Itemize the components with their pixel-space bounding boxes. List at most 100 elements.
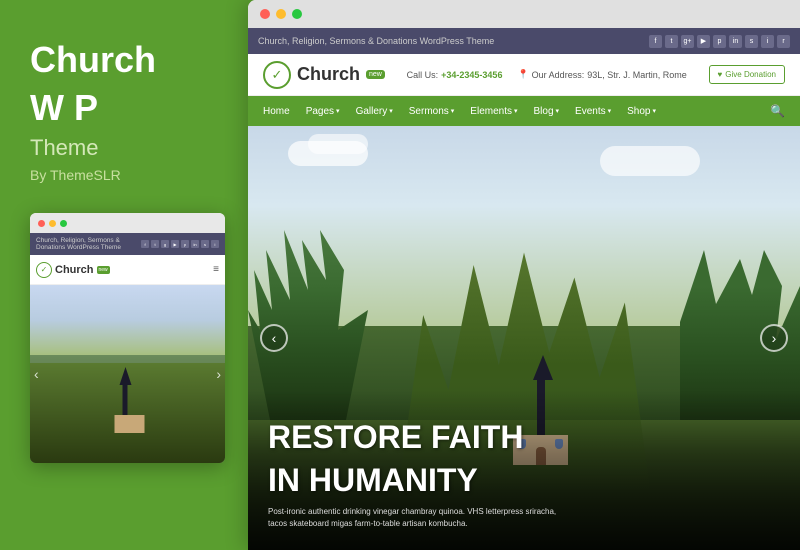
mini-topbar: Church, Religion, Sermons & Donations Wo…: [30, 233, 225, 255]
mini-logo-area: ✓ Church new: [36, 262, 110, 278]
main-nav: Home Pages ▾ Gallery ▾ Sermons ▾ Element…: [248, 96, 800, 126]
address-label: Our Address:: [532, 70, 585, 80]
mini-logo-badge: new: [97, 266, 110, 274]
site-header: ✓ Church new Call Us: +34-2345-3456 📍 Ou…: [248, 54, 800, 96]
logo-icon: ✓: [263, 61, 291, 89]
cloud-3: [600, 146, 700, 176]
browser-titlebar: [248, 0, 800, 28]
mini-social-sk: s: [201, 240, 209, 248]
nav-pages-label: Pages: [306, 106, 334, 117]
nav-events-arrow: ▾: [608, 107, 612, 115]
mini-steeple-top: [119, 367, 131, 385]
steeple-point: [533, 355, 553, 380]
hero-sub-text: Post-ironic authentic drinking vinegar c…: [268, 506, 568, 530]
next-arrow-icon: ›: [772, 330, 777, 346]
mini-social-fb: f: [141, 240, 149, 248]
nav-sermons-arrow: ▾: [451, 107, 455, 115]
social-pin[interactable]: p: [713, 35, 726, 48]
topbar-social-icons: f t g+ ▶ p in s i r: [649, 35, 790, 48]
logo-area: ✓ Church new: [263, 61, 385, 89]
mini-dot-yellow: [49, 220, 56, 227]
nav-blog[interactable]: Blog ▾: [534, 106, 560, 117]
social-gp[interactable]: g+: [681, 35, 694, 48]
logo-text: Church: [297, 64, 360, 85]
browser-topbar: Church, Religion, Sermons & Donations Wo…: [248, 28, 800, 54]
hero-text-overlay: RESTORE FAITH IN HUMANITY Post-ironic au…: [248, 390, 800, 550]
nav-home[interactable]: Home: [263, 106, 290, 117]
nav-sermons-label: Sermons: [409, 106, 449, 117]
mini-logo-icon: ✓: [36, 262, 52, 278]
donate-button[interactable]: ♥ Give Donation: [709, 65, 785, 84]
mini-social-in: in: [191, 240, 199, 248]
mini-social-yt: ▶: [171, 240, 179, 248]
slider-next-button[interactable]: ›: [760, 324, 788, 352]
header-address: 📍 Our Address: 93L, Str. J. Martin, Rome: [517, 69, 686, 80]
mini-browser-mockup: Church, Religion, Sermons & Donations Wo…: [30, 213, 225, 463]
mini-hero: ‹ ›: [30, 285, 225, 463]
donate-label: Give Donation: [725, 70, 776, 79]
theme-by: By ThemeSLR: [30, 167, 218, 183]
nav-blog-arrow: ▾: [556, 107, 560, 115]
mini-social-gp: g: [161, 240, 169, 248]
nav-search-icon[interactable]: 🔍: [770, 104, 785, 118]
social-tw[interactable]: t: [665, 35, 678, 48]
social-in[interactable]: in: [729, 35, 742, 48]
header-phone: Call Us: +34-2345-3456: [407, 70, 503, 80]
mini-steeple-body: [122, 385, 127, 415]
nav-events[interactable]: Events ▾: [575, 106, 611, 117]
mini-next-arrow: ›: [216, 366, 221, 382]
mini-header: ✓ Church new ≡: [30, 255, 225, 285]
phone-label: Call Us:: [407, 70, 439, 80]
social-rss[interactable]: r: [777, 35, 790, 48]
nav-gallery[interactable]: Gallery ▾: [356, 106, 393, 117]
mini-logo-text: Church: [55, 264, 94, 276]
left-panel: Church W P Theme By ThemeSLR Church, Rel…: [0, 0, 248, 550]
header-contact: Call Us: +34-2345-3456 📍 Our Address: 93…: [407, 69, 687, 80]
topbar-text: Church, Religion, Sermons & Donations Wo…: [258, 36, 494, 46]
nav-gallery-arrow: ▾: [389, 107, 393, 115]
mini-dot-red: [38, 220, 45, 227]
social-sk[interactable]: s: [745, 35, 758, 48]
main-browser-mockup: Church, Religion, Sermons & Donations Wo…: [248, 0, 800, 550]
social-ig[interactable]: i: [761, 35, 774, 48]
address-text: 93L, Str. J. Martin, Rome: [587, 70, 687, 80]
cloud-2: [308, 134, 368, 154]
heart-icon: ♥: [718, 70, 723, 79]
nav-shop[interactable]: Shop ▾: [627, 106, 656, 117]
nav-shop-label: Shop: [627, 106, 650, 117]
hero-main-text-line2: IN HUMANITY: [268, 463, 780, 498]
nav-items: Home Pages ▾ Gallery ▾ Sermons ▾ Element…: [263, 106, 656, 117]
nav-gallery-label: Gallery: [356, 106, 388, 117]
theme-subtitle: Theme: [30, 135, 218, 161]
prev-arrow-icon: ‹: [272, 330, 277, 346]
nav-elements[interactable]: Elements ▾: [470, 106, 517, 117]
phone-number: +34-2345-3456: [441, 70, 502, 80]
mini-sky: [30, 285, 225, 355]
location-icon: 📍: [517, 69, 528, 80]
logo-badge: new: [366, 70, 385, 79]
slider-prev-button[interactable]: ‹: [260, 324, 288, 352]
dot-yellow: [276, 9, 286, 19]
mini-social-pin: p: [181, 240, 189, 248]
mini-church: [111, 367, 144, 433]
mini-titlebar: [30, 213, 225, 233]
nav-elements-arrow: ▾: [514, 107, 518, 115]
mini-social-ig: i: [211, 240, 219, 248]
dot-red: [260, 9, 270, 19]
theme-title: Church W P: [30, 40, 218, 135]
hero-section: RESTORE FAITH IN HUMANITY Post-ironic au…: [248, 126, 800, 550]
mini-social-icons: f t g ▶ p in s i: [141, 240, 219, 248]
nav-sermons[interactable]: Sermons ▾: [409, 106, 455, 117]
social-fb[interactable]: f: [649, 35, 662, 48]
nav-pages[interactable]: Pages ▾: [306, 106, 340, 117]
mini-topbar-text: Church, Religion, Sermons & Donations Wo…: [36, 237, 141, 251]
mini-prev-arrow: ‹: [34, 366, 39, 382]
social-yt[interactable]: ▶: [697, 35, 710, 48]
nav-pages-arrow: ▾: [336, 107, 340, 115]
hero-main-text-line1: RESTORE FAITH: [268, 420, 780, 455]
mini-church-body: [114, 415, 144, 433]
nav-events-label: Events: [575, 106, 606, 117]
nav-blog-label: Blog: [534, 106, 554, 117]
mini-social-tw: t: [151, 240, 159, 248]
nav-elements-label: Elements: [470, 106, 512, 117]
